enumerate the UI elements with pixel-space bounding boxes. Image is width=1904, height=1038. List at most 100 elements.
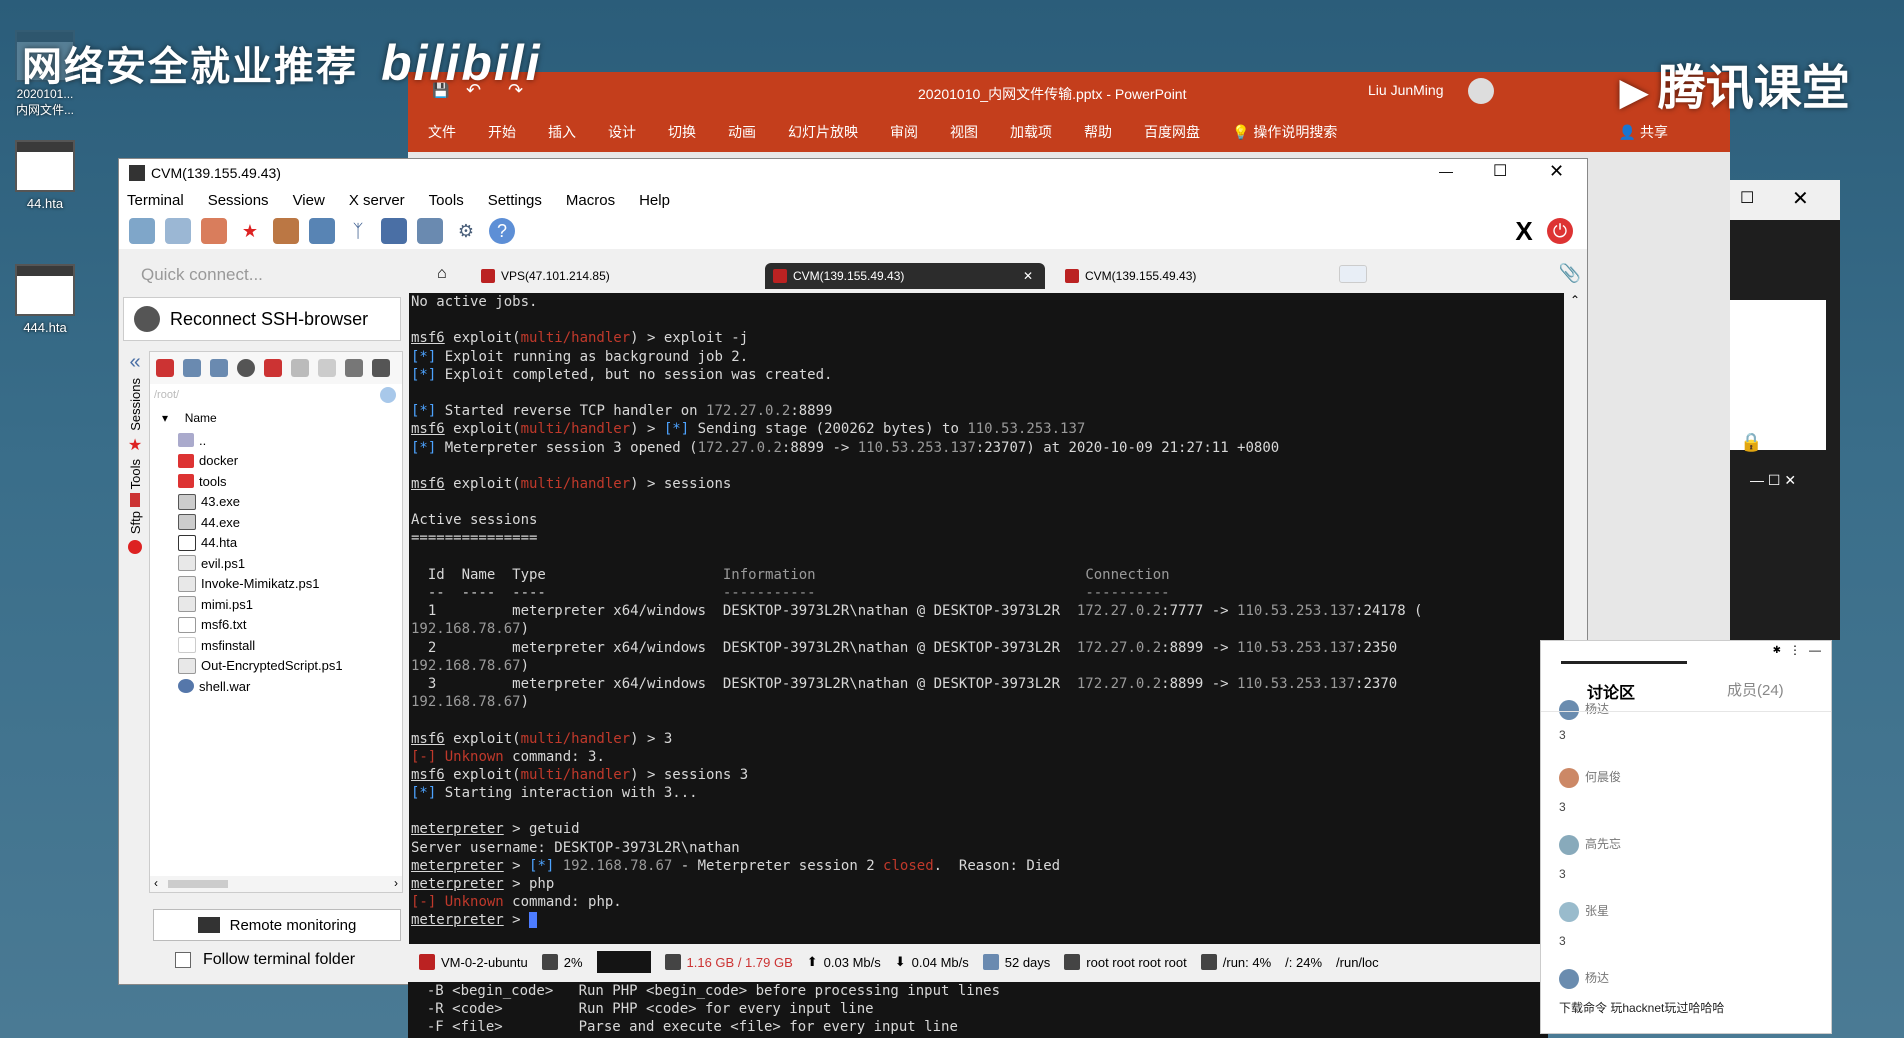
terminal-text: [*] [411, 403, 437, 420]
delete-icon[interactable] [318, 359, 336, 377]
file-item[interactable]: 44.hta [150, 533, 402, 554]
ribbon-tab-insert[interactable]: 插入 [548, 122, 576, 142]
servers-icon[interactable] [165, 218, 191, 244]
file-item[interactable]: docker [150, 451, 402, 472]
close-tab-icon[interactable]: ✕ [1023, 269, 1033, 283]
xserver-icon[interactable]: X [1511, 216, 1537, 246]
quick-connect-input[interactable]: Quick connect... [119, 259, 404, 291]
scroll-left-icon[interactable]: ‹ [154, 876, 158, 890]
menu-xserver[interactable]: X server [349, 192, 405, 209]
help-icon[interactable]: ? [489, 218, 515, 244]
file-item[interactable]: evil.ps1 [150, 553, 402, 574]
terminal-output[interactable]: No active jobs. msf6 exploit(multi/handle… [409, 293, 1564, 944]
maximize-button[interactable]: ☐ [1493, 161, 1507, 181]
follow-terminal-folder-checkbox[interactable]: Follow terminal folder [175, 951, 355, 969]
new-file-icon[interactable] [291, 359, 309, 377]
download-icon[interactable] [183, 359, 201, 377]
minimize-icon[interactable]: — [1809, 643, 1821, 657]
upload-icon[interactable] [210, 359, 228, 377]
pin-icon[interactable]: ✱ [1773, 645, 1781, 656]
terminal-line: Id Name Type Information Connection [409, 566, 1564, 584]
macros-icon[interactable] [273, 218, 299, 244]
ribbon-tab-help[interactable]: 帮助 [1084, 122, 1112, 142]
star-icon[interactable]: ★ [237, 218, 263, 244]
close-icon[interactable]: ✕ [1792, 186, 1809, 211]
ribbon-share[interactable]: 👤 共享 [1619, 122, 1700, 142]
host-icon [419, 954, 435, 970]
path-ok-icon[interactable] [380, 387, 396, 403]
menu-view[interactable]: View [293, 192, 325, 209]
tools-icon[interactable] [201, 218, 227, 244]
remote-monitoring-button[interactable]: Remote monitoring [153, 909, 401, 941]
scroll-up-icon[interactable]: ⌃ [1570, 293, 1580, 307]
desktop-icon-444hta[interactable]: 444.hta [10, 264, 80, 335]
menu-sessions[interactable]: Sessions [208, 192, 269, 209]
tab-sessions[interactable]: Sessions [128, 378, 143, 431]
power-icon[interactable]: ⏻ [1547, 218, 1573, 244]
file-item[interactable]: tools [150, 471, 402, 492]
sftp-path[interactable]: /root/ [150, 384, 402, 406]
folder-up-icon[interactable] [156, 359, 174, 377]
permissions-icon[interactable] [372, 359, 390, 377]
attach-icon[interactable]: 📎 [1559, 263, 1581, 284]
ribbon-tab-animations[interactable]: 动画 [728, 122, 756, 142]
avatar[interactable] [1468, 78, 1494, 104]
menu-tools[interactable]: Tools [429, 192, 464, 209]
ribbon-search[interactable]: 💡 操作说明搜索 [1232, 122, 1369, 142]
file-item[interactable]: .. [150, 430, 402, 451]
maximize-icon[interactable]: ☐ [1740, 188, 1754, 208]
chat-tab-members[interactable]: 成员(24) [1727, 679, 1784, 700]
menu-terminal[interactable]: Terminal [127, 192, 184, 209]
terminal-text: [*] [411, 439, 437, 456]
tab-cvm-active[interactable]: CVM(139.155.49.43) ✕ [765, 263, 1045, 289]
chat-tab-discuss[interactable]: 讨论区 [1587, 679, 1635, 703]
menu-settings[interactable]: Settings [488, 192, 542, 209]
tab-sftp[interactable]: Sftp [128, 511, 143, 534]
file-item[interactable]: shell.war [150, 676, 402, 697]
gear-icon[interactable]: ⚙ [453, 218, 479, 244]
ribbon-tab-home[interactable]: 开始 [488, 122, 516, 142]
multiexec-icon[interactable]: ᛉ [345, 218, 371, 244]
tab-cvm-2[interactable]: CVM(139.155.49.43) [1057, 263, 1287, 289]
file-item[interactable]: msfinstall [150, 635, 402, 656]
ribbon-tab-transitions[interactable]: 切换 [668, 122, 696, 142]
menu-help[interactable]: Help [639, 192, 670, 209]
tab-tools[interactable]: Tools [128, 459, 143, 489]
home-icon[interactable]: ⌂ [437, 265, 447, 283]
scroll-right-icon[interactable]: › [394, 876, 398, 890]
file-item[interactable]: 44.exe [150, 512, 402, 533]
refresh-icon[interactable] [237, 359, 255, 377]
ribbon-tab-file[interactable]: 文件 [428, 122, 456, 142]
packages-icon[interactable] [417, 218, 443, 244]
file-item[interactable]: Invoke-Mimikatz.ps1 [150, 574, 402, 595]
ribbon-tab-review[interactable]: 审阅 [890, 122, 918, 142]
horizontal-scrollbar[interactable]: ‹ › [150, 876, 402, 892]
tab-vps[interactable]: VPS(47.101.214.85) [473, 263, 703, 289]
session-icon[interactable] [129, 218, 155, 244]
file-item[interactable]: Out-EncryptedScript.ps1 [150, 656, 402, 677]
checkbox[interactable] [175, 952, 191, 968]
close-button[interactable]: ✕ [1549, 161, 1564, 182]
split-icon[interactable] [309, 218, 335, 244]
scroll-thumb[interactable] [168, 880, 228, 888]
file-item[interactable]: mimi.ps1 [150, 594, 402, 615]
menu-macros[interactable]: Macros [566, 192, 615, 209]
terminal-text: exploit( [444, 766, 521, 783]
new-tab-icon[interactable] [1339, 265, 1367, 283]
more-icon[interactable]: ⋮ [1789, 643, 1801, 657]
collapse-icon[interactable]: « [123, 351, 147, 374]
ribbon-tab-design[interactable]: 设计 [608, 122, 636, 142]
ribbon-tab-baidu[interactable]: 百度网盘 [1144, 122, 1200, 142]
file-item[interactable]: 43.exe [150, 492, 402, 513]
new-folder-icon[interactable] [264, 359, 282, 377]
rename-icon[interactable] [345, 359, 363, 377]
minimize-button[interactable]: — [1439, 163, 1453, 179]
file-item[interactable]: msf6.txt [150, 615, 402, 636]
reconnect-ssh-browser-button[interactable]: Reconnect SSH-browser [123, 297, 401, 341]
ribbon-tab-addins[interactable]: 加载项 [1010, 122, 1052, 142]
ribbon-tab-slideshow[interactable]: 幻灯片放映 [788, 122, 858, 142]
tunneling-icon[interactable] [381, 218, 407, 244]
desktop-icon-44hta[interactable]: 44.hta [10, 140, 80, 211]
name-column-header[interactable]: ▾ Name [150, 406, 402, 430]
ribbon-tab-view[interactable]: 视图 [950, 122, 978, 142]
